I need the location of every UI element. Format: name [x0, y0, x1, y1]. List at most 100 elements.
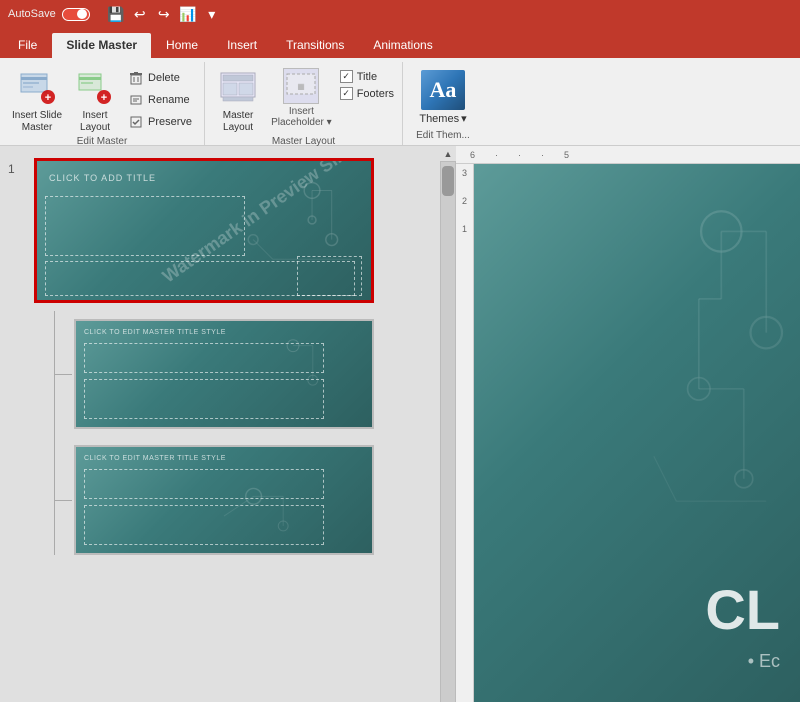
canvas-large-text: CL: [705, 577, 780, 642]
redo-icon[interactable]: ↪: [154, 4, 174, 24]
slide-1-dashed-box-3: [297, 256, 362, 296]
edit-theme-content: Aa Themes ▾: [411, 66, 474, 130]
connector-h-3: [54, 500, 72, 501]
delete-label: Delete: [148, 72, 180, 84]
toggle-knob: [77, 9, 87, 19]
slide-thumb-2[interactable]: CLICK TO EDIT MASTER TITLE STYLE: [74, 319, 374, 429]
slide-3-box-2: [84, 505, 324, 545]
insert-slide-master-label: Insert SlideMaster: [12, 110, 62, 134]
slide-2-title: CLICK TO EDIT MASTER TITLE STYLE: [84, 329, 226, 336]
connector-container: CLICK TO EDIT MASTER TITLE STYLE: [54, 319, 440, 555]
insert-placeholder-icon: ▦: [283, 68, 319, 104]
undo-icon[interactable]: ↩: [130, 4, 150, 24]
themes-dropdown-icon: ▾: [461, 112, 467, 125]
ruler-v-mark-2: 2: [462, 196, 467, 206]
ribbon-tabs: File Slide Master Home Insert Transition…: [0, 28, 800, 58]
preserve-label: Preserve: [148, 116, 192, 128]
divider-scrollbar[interactable]: ▲: [440, 146, 456, 702]
tab-slide-master[interactable]: Slide Master: [52, 33, 151, 58]
checkboxes-column: ✓ Title ✓ Footers: [340, 66, 394, 100]
more-icon[interactable]: ▾: [202, 4, 222, 24]
tab-insert[interactable]: Insert: [213, 33, 271, 58]
preserve-button[interactable]: Preserve: [124, 112, 196, 132]
ruler-vertical: 3 2 1: [456, 164, 474, 702]
tab-transitions[interactable]: Transitions: [272, 33, 358, 58]
insert-layout-button[interactable]: + InsertLayout: [70, 66, 120, 136]
slide-3-title: CLICK TO EDIT MASTER TITLE STYLE: [84, 455, 226, 462]
themes-label: Themes ▾: [419, 112, 466, 125]
ribbon-body: + Insert SlideMaster + InsertLayout: [0, 58, 800, 146]
slide-thumb-3[interactable]: CLICK TO EDIT MASTER TITLE STYLE: [74, 445, 374, 555]
master-layout-label: MasterLayout: [223, 110, 254, 134]
master-layout-content: MasterLayout ▦ InsertPlaceholder ▾ ✓ Tit…: [213, 66, 394, 136]
tab-file[interactable]: File: [4, 33, 51, 58]
insert-placeholder-button[interactable]: ▦ InsertPlaceholder ▾: [267, 66, 336, 130]
presentation-icon[interactable]: 📊: [178, 4, 198, 24]
themes-button[interactable]: Aa Themes ▾: [411, 66, 474, 129]
main-area: 1 CLICK TO ADD TITLE Watermark: [0, 146, 800, 702]
svg-text:+: +: [45, 92, 51, 104]
tab-animations[interactable]: Animations: [359, 33, 446, 58]
ruler-h-dot-3: ·: [541, 150, 544, 160]
slide-item-1[interactable]: CLICK TO ADD TITLE Watermark in Preview …: [34, 158, 440, 303]
edit-master-group: + Insert SlideMaster + InsertLayout: [0, 62, 205, 145]
footers-checkbox[interactable]: ✓ Footers: [340, 87, 394, 100]
ruler-h-mark-5: 5: [564, 150, 569, 160]
title-checkbox[interactable]: ✓ Title: [340, 70, 394, 83]
insert-slide-master-icon: +: [17, 68, 57, 108]
themes-icon: Aa: [421, 70, 465, 110]
preserve-icon: [128, 114, 144, 130]
rename-button[interactable]: Rename: [124, 90, 196, 110]
slide-2-box-1: [84, 343, 324, 373]
tab-home[interactable]: Home: [152, 33, 212, 58]
save-icon[interactable]: 💾: [106, 4, 126, 24]
edit-theme-group: Aa Themes ▾ Edit Them...: [403, 62, 483, 145]
ruler-h-dot-2: ·: [518, 150, 521, 160]
slide-panel[interactable]: 1 CLICK TO ADD TITLE Watermark: [0, 146, 440, 702]
editor-area: 6 · · · 5 3 2 1: [456, 146, 800, 702]
scroll-up-button[interactable]: ▲: [440, 146, 456, 162]
small-buttons-column: Delete Rename Preserve: [124, 66, 196, 132]
edit-theme-label: Edit Them...: [416, 130, 470, 143]
master-layout-icon: [218, 68, 258, 108]
canvas-bullet-text: • Ec: [748, 651, 780, 672]
slide-item-3[interactable]: CLICK TO EDIT MASTER TITLE STYLE: [74, 445, 440, 555]
master-layout-group: MasterLayout ▦ InsertPlaceholder ▾ ✓ Tit…: [205, 62, 403, 145]
edit-master-content: + Insert SlideMaster + InsertLayout: [8, 66, 196, 136]
ruler-h-mark-6: 6: [470, 150, 475, 160]
footers-checkbox-label: Footers: [357, 88, 394, 100]
slide-number-1: 1: [8, 162, 15, 176]
title-checkbox-box: ✓: [340, 70, 353, 83]
autosave-label: AutoSave: [8, 8, 56, 20]
slide-1-title-text: CLICK TO ADD TITLE: [49, 173, 156, 183]
delete-button[interactable]: Delete: [124, 68, 196, 88]
slide-1-dashed-box-1: [45, 196, 245, 256]
slide-thumb-1[interactable]: CLICK TO ADD TITLE Watermark in Preview …: [34, 158, 374, 303]
ruler-v-mark-1: 1: [462, 224, 467, 234]
insert-placeholder-label: InsertPlaceholder ▾: [271, 106, 332, 128]
insert-layout-icon: +: [75, 68, 115, 108]
title-bar-left: AutoSave: [8, 8, 90, 21]
footers-checkbox-box: ✓: [340, 87, 353, 100]
slide-canvas[interactable]: CL • Ec: [474, 164, 800, 702]
rename-icon: [128, 92, 144, 108]
ruler-horizontal: 6 · · · 5: [456, 146, 800, 164]
title-bar: AutoSave 💾 ↩ ↪ 📊 ▾: [0, 0, 800, 28]
vertical-connector: [54, 311, 55, 555]
slide-3-box-1: [84, 469, 324, 499]
svg-text:+: +: [101, 92, 107, 104]
slide-item-2[interactable]: CLICK TO EDIT MASTER TITLE STYLE: [74, 319, 440, 429]
svg-text:▦: ▦: [298, 82, 306, 91]
scroll-thumb[interactable]: [442, 166, 454, 196]
delete-icon: [128, 70, 144, 86]
rename-label: Rename: [148, 94, 190, 106]
ruler-v-mark-3: 3: [462, 168, 467, 178]
insert-layout-label: InsertLayout: [80, 110, 110, 134]
master-layout-button[interactable]: MasterLayout: [213, 66, 263, 136]
title-checkbox-label: Title: [357, 71, 377, 83]
title-bar-icons: 💾 ↩ ↪ 📊 ▾: [106, 4, 222, 24]
connector-h-2: [54, 374, 72, 375]
insert-slide-master-button[interactable]: + Insert SlideMaster: [8, 66, 66, 136]
themes-icon-text: Aa: [430, 77, 457, 103]
autosave-toggle[interactable]: [62, 8, 90, 21]
